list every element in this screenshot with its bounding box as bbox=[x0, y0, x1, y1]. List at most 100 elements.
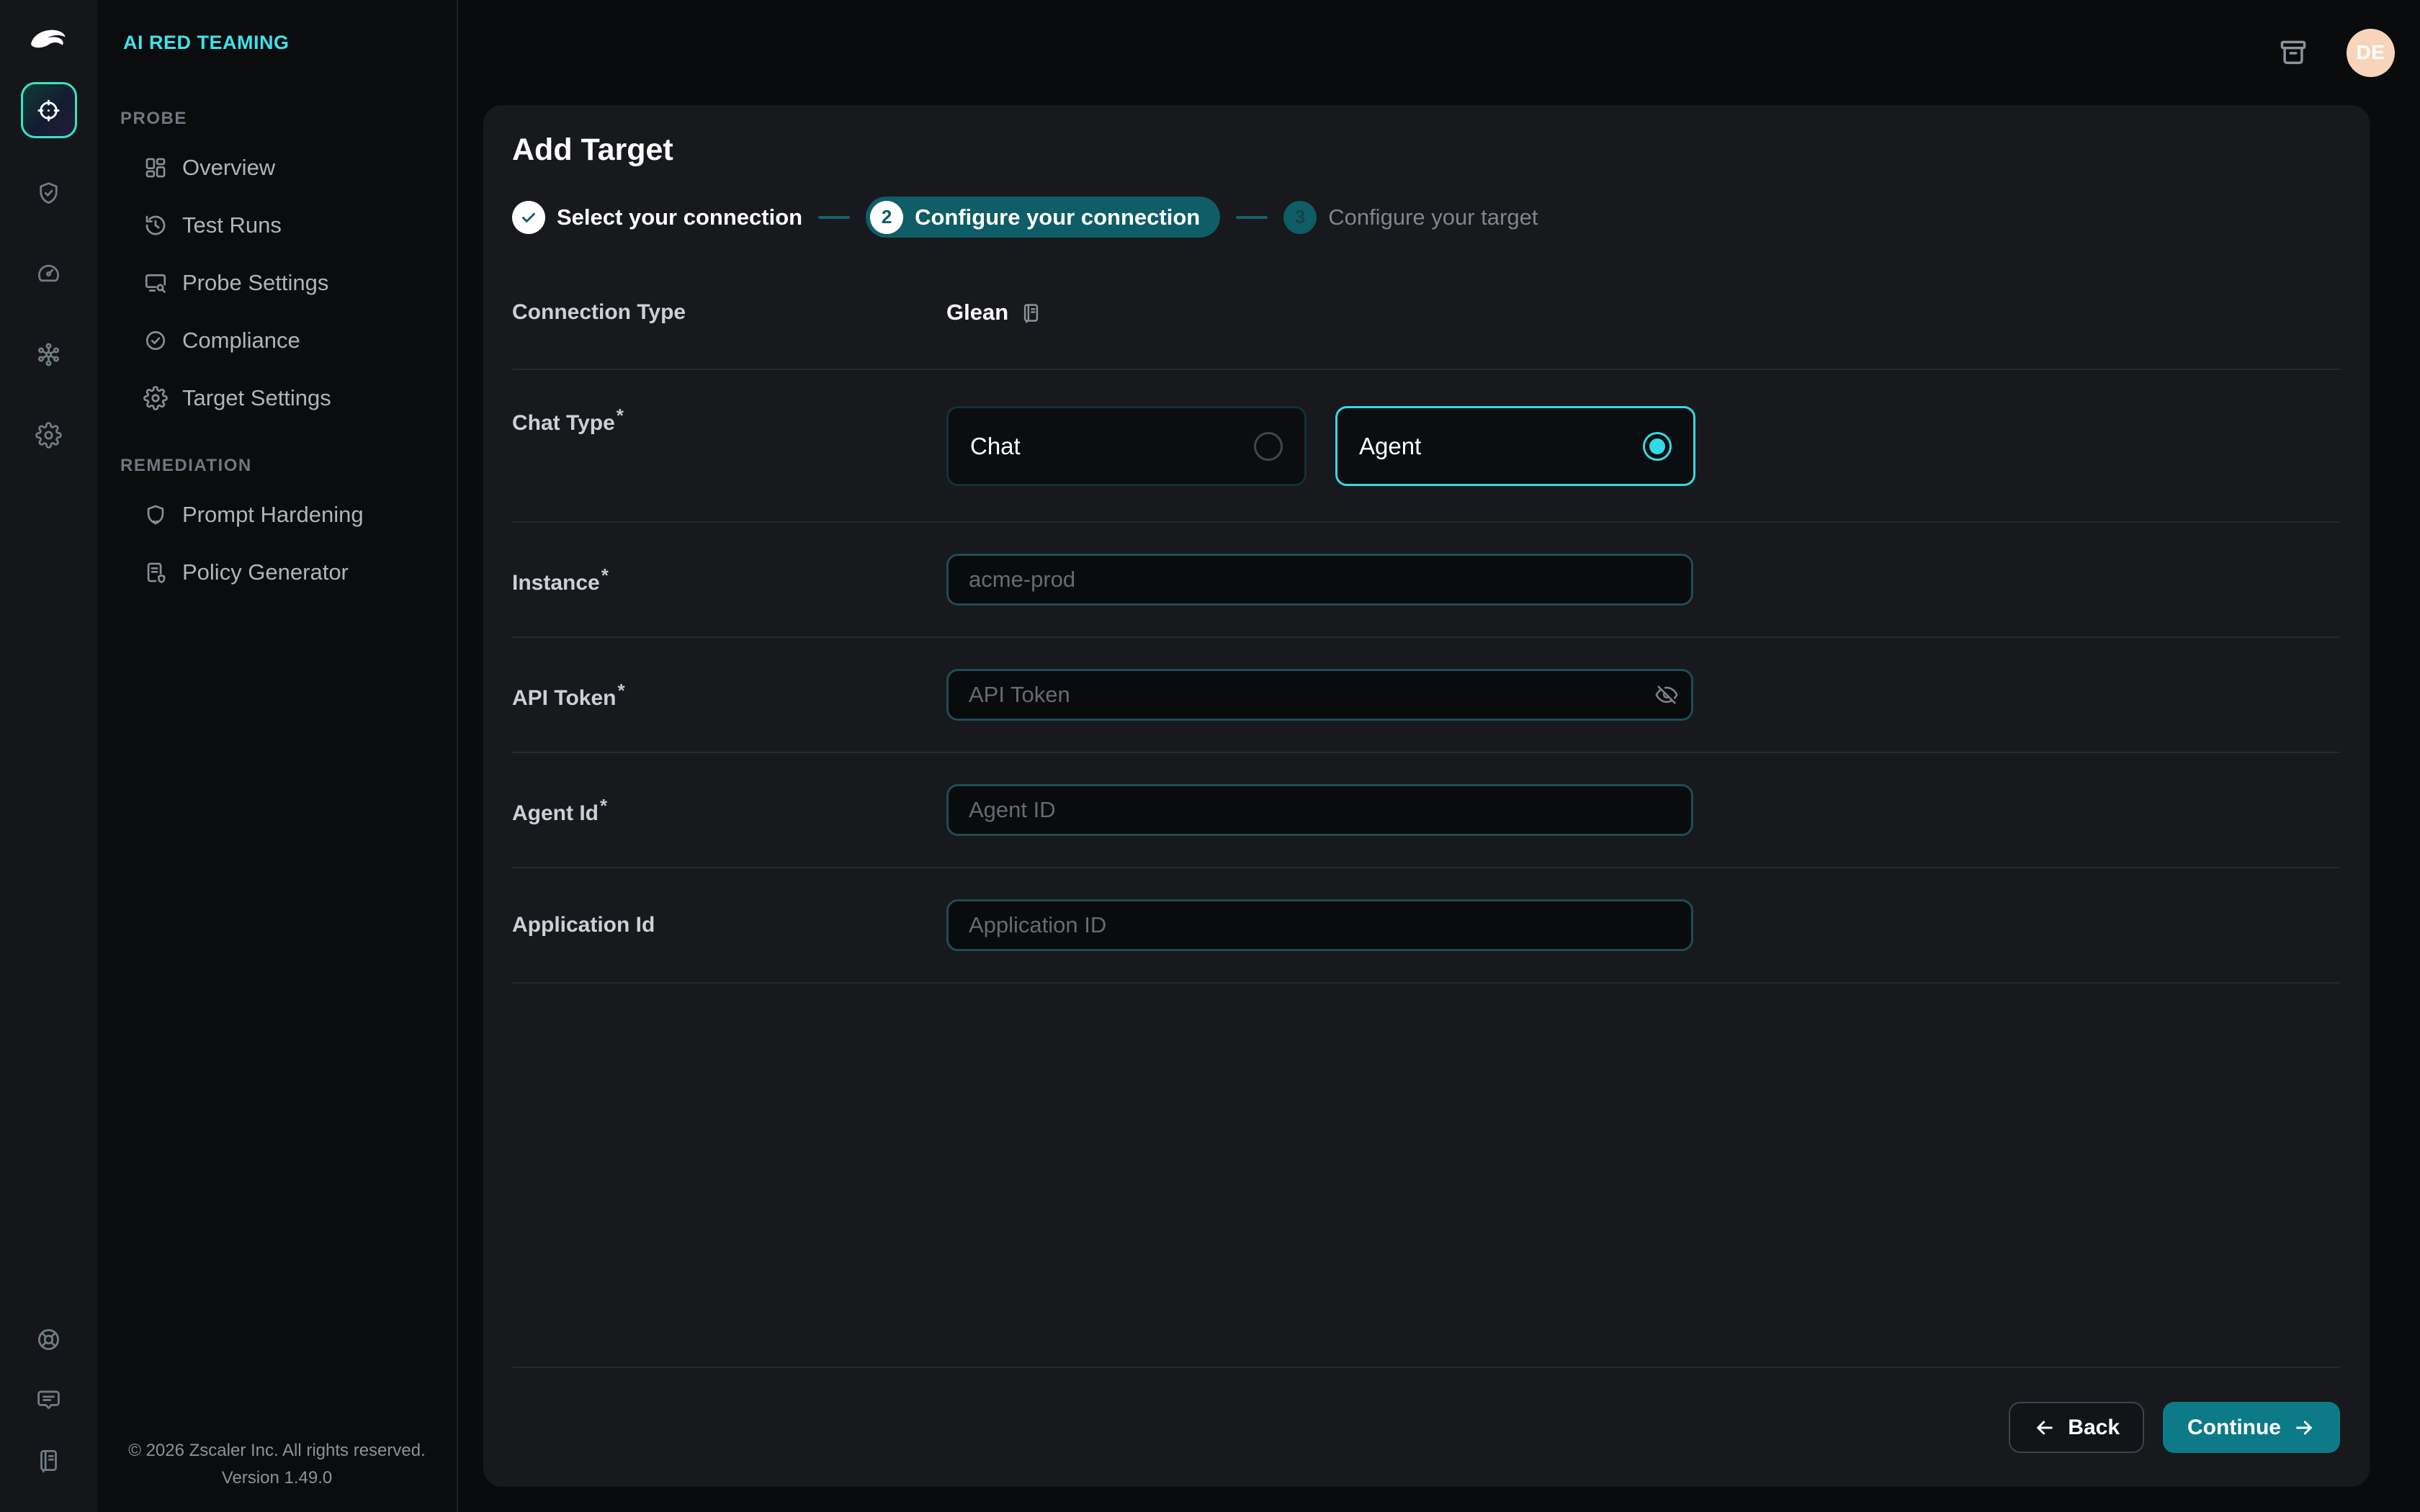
connection-type-label: Connection Type bbox=[512, 300, 686, 324]
gear-icon bbox=[35, 421, 62, 449]
sidebar-item-label: Compliance bbox=[182, 328, 300, 353]
instance-row: Instance* bbox=[512, 523, 2340, 638]
copyright-text: © 2026 Zscaler Inc. All rights reserved. bbox=[128, 1441, 426, 1460]
agent-option-card[interactable]: Agent bbox=[1335, 406, 1695, 486]
archive-button[interactable] bbox=[2277, 37, 2309, 68]
history-icon bbox=[143, 213, 168, 238]
back-button[interactable]: Back bbox=[2009, 1402, 2145, 1453]
notebook-icon bbox=[1020, 302, 1042, 324]
arrow-left-icon bbox=[2033, 1416, 2056, 1439]
application-id-label: Application Id bbox=[512, 913, 655, 937]
eye-off-icon bbox=[1654, 683, 1679, 707]
sidebar-item-test-runs[interactable]: Test Runs bbox=[97, 197, 457, 254]
sidebar-item-label: Prompt Hardening bbox=[182, 502, 364, 527]
rail-settings-button[interactable] bbox=[23, 409, 75, 461]
step-configure-target[interactable]: 3 Configure your target bbox=[1283, 200, 1538, 234]
topbar: DE bbox=[458, 0, 2420, 105]
toggle-token-visibility-button[interactable] bbox=[1654, 683, 1679, 707]
wizard-footer: Back Continue bbox=[512, 1367, 2340, 1487]
sidebar-section-remediation: REMEDIATION bbox=[120, 456, 252, 475]
step-check-circle bbox=[512, 200, 545, 234]
badge-check-icon bbox=[143, 328, 168, 353]
agent-option-label: Agent bbox=[1359, 432, 1422, 459]
sidebar-item-label: Probe Settings bbox=[182, 270, 329, 295]
api-token-row: API Token* bbox=[512, 638, 2340, 753]
version-text: Version 1.49.0 bbox=[221, 1468, 333, 1488]
main-area: DE Add Target Select your connection 2 C… bbox=[458, 0, 2420, 1512]
avatar[interactable]: DE bbox=[2347, 28, 2395, 77]
stepper: Select your connection 2 Configure your … bbox=[512, 197, 2340, 238]
rail-hub-button[interactable] bbox=[23, 328, 75, 380]
zscaler-logo bbox=[25, 22, 73, 65]
step-configure-connection[interactable]: 2 Configure your connection bbox=[866, 197, 1221, 238]
continue-button[interactable]: Continue bbox=[2163, 1402, 2340, 1453]
sidebar-item-probe-settings[interactable]: Probe Settings bbox=[97, 254, 457, 312]
chat-bubble-icon bbox=[35, 1387, 62, 1413]
hub-icon bbox=[35, 341, 62, 368]
chat-option-card[interactable]: Chat bbox=[946, 406, 1307, 486]
grid-icon bbox=[143, 156, 168, 180]
chat-type-row: Chat Type* Chat Agent bbox=[512, 370, 2340, 523]
chat-type-label: Chat Type* bbox=[512, 405, 624, 435]
connection-value-text: Glean bbox=[946, 300, 1009, 325]
radio-unselected-icon[interactable] bbox=[1254, 431, 1283, 461]
connection-type-value: Glean bbox=[946, 300, 1042, 325]
instance-input[interactable] bbox=[946, 554, 1693, 606]
agent-id-input[interactable] bbox=[946, 784, 1693, 836]
policy-doc-icon bbox=[143, 560, 168, 585]
chat-option-label: Chat bbox=[970, 432, 1021, 459]
step-label: Configure your target bbox=[1328, 204, 1538, 230]
monitor-search-icon bbox=[143, 271, 168, 295]
required-marker: * bbox=[617, 679, 625, 701]
continue-button-label: Continue bbox=[2187, 1415, 2281, 1439]
required-marker: * bbox=[601, 564, 609, 586]
check-icon bbox=[519, 208, 538, 227]
archive-icon bbox=[2277, 37, 2309, 68]
add-target-panel: Add Target Select your connection 2 Conf… bbox=[483, 105, 2370, 1487]
sidebar-item-label: Overview bbox=[182, 155, 276, 180]
agent-id-label: Agent Id* bbox=[512, 794, 608, 825]
prompt-shield-icon bbox=[143, 503, 168, 527]
sidebar-item-compliance[interactable]: Compliance bbox=[97, 312, 457, 369]
agent-id-row: Agent Id* bbox=[512, 753, 2340, 868]
rail-shield-button[interactable] bbox=[23, 167, 75, 219]
application-id-input[interactable] bbox=[946, 899, 1693, 951]
rail-gauge-button[interactable] bbox=[23, 248, 75, 300]
sidebar-footer: © 2026 Zscaler Inc. All rights reserved.… bbox=[97, 1437, 457, 1492]
sidebar-item-prompt-hardening[interactable]: Prompt Hardening bbox=[97, 486, 457, 544]
rail-ai-red-teaming-button[interactable] bbox=[20, 82, 77, 138]
arrow-right-icon bbox=[2293, 1416, 2316, 1439]
notebook-icon bbox=[35, 1447, 62, 1474]
page-title: Add Target bbox=[512, 132, 673, 167]
sidebar-item-overview[interactable]: Overview bbox=[97, 139, 457, 197]
sidebar-item-label: Target Settings bbox=[182, 385, 331, 410]
rail-docs-button[interactable] bbox=[23, 1434, 75, 1486]
gear-icon bbox=[143, 386, 168, 410]
radio-selected-icon[interactable] bbox=[1643, 431, 1672, 461]
sidebar-item-policy-generator[interactable]: Policy Generator bbox=[97, 544, 457, 601]
sidebar-item-target-settings[interactable]: Target Settings bbox=[97, 369, 457, 427]
rail-help-button[interactable] bbox=[23, 1313, 75, 1365]
shield-check-icon bbox=[35, 180, 62, 207]
step-separator bbox=[818, 215, 851, 219]
instance-label: Instance* bbox=[512, 564, 609, 595]
api-token-input[interactable] bbox=[946, 669, 1693, 721]
sidebar-item-label: Policy Generator bbox=[182, 559, 349, 585]
lifebuoy-icon bbox=[35, 1326, 62, 1353]
gauge-icon bbox=[35, 261, 62, 287]
step-separator bbox=[1236, 215, 1268, 219]
required-marker: * bbox=[600, 794, 608, 816]
sidebar-section-probe: PROBE bbox=[120, 109, 187, 128]
connection-type-row: Connection Type Glean bbox=[512, 256, 2340, 370]
required-marker: * bbox=[616, 405, 624, 426]
sidebar: AI RED TEAMING PROBE Overview Test Runs … bbox=[97, 0, 458, 1512]
step-number: 3 bbox=[1283, 200, 1317, 234]
rail-feedback-button[interactable] bbox=[23, 1374, 75, 1426]
step-select-connection[interactable]: Select your connection bbox=[512, 200, 803, 234]
target-icon bbox=[35, 97, 62, 124]
step-label: Configure your connection bbox=[915, 204, 1201, 230]
step-label: Select your connection bbox=[557, 204, 803, 230]
icon-rail bbox=[0, 0, 97, 1512]
product-title: AI RED TEAMING bbox=[123, 32, 290, 53]
back-button-label: Back bbox=[2068, 1415, 2120, 1439]
